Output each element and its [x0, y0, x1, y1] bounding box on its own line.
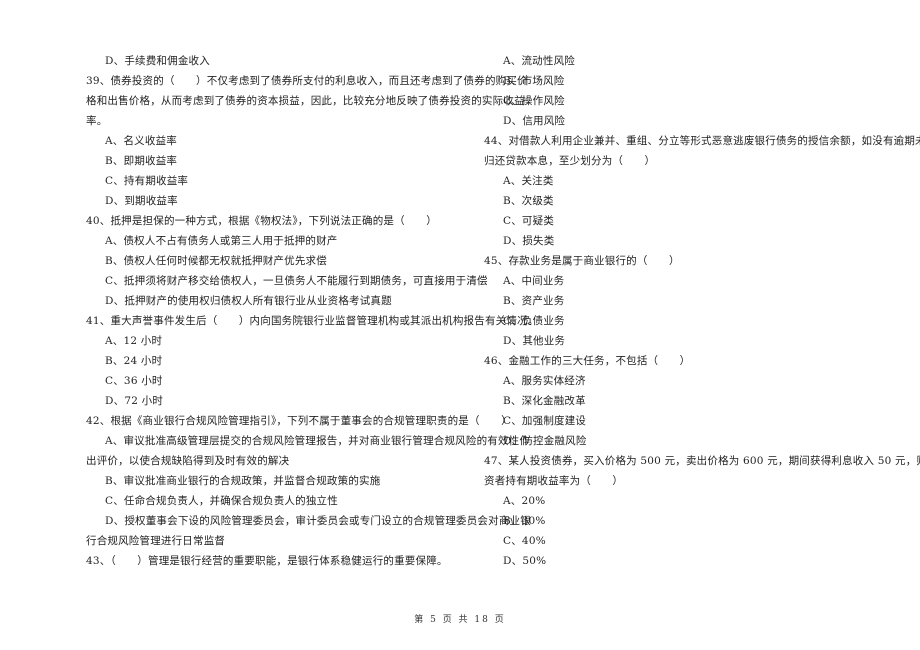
- question-text: 43、（ ）管理是银行经营的重要职能，是银行体系稳健运行的重要保障。: [86, 555, 448, 567]
- answer-option: B、即期收益率: [105, 155, 178, 167]
- question-text: 46、金融工作的三大任务，不包括（ ）: [484, 355, 691, 367]
- answer-option: D、到期收益率: [105, 195, 178, 207]
- answer-option: D、抵押财产的使用权归债权人所有银行业从业资格考试真题: [105, 295, 392, 307]
- answer-option: D、其他业务: [503, 335, 566, 347]
- answer-option: B、深化金融改革: [503, 395, 586, 407]
- question-text: 资者持有期收益率为（ ）: [484, 475, 624, 487]
- question-text: 归还贷款本息，至少划分为（ ）: [484, 155, 656, 167]
- question-text: 44、对借款人利用企业兼并、重组、分立等形式恶意逃废银行债务的授信余额，如没有逾…: [484, 135, 920, 147]
- answer-option: C、40%: [503, 535, 546, 547]
- answer-option: A、20%: [503, 495, 546, 507]
- answer-option: A、流动性风险: [503, 55, 575, 67]
- answer-option: C、加强制度建设: [503, 415, 587, 427]
- answer-option: C、操作风险: [503, 95, 565, 107]
- answer-option: A、审议批准高级管理层提交的合规风险管理报告，并对商业银行管理合规风险的有效性作: [105, 435, 531, 447]
- answer-option: B、30%: [503, 515, 546, 527]
- answer-option: B、市场风险: [503, 75, 565, 87]
- question-text: 行合规风险管理进行日常监督: [86, 535, 226, 547]
- question-text: 出评价，以使合规缺陷得到及时有效的解决: [86, 455, 290, 467]
- answer-option: C、抵押须将财产移交给债权人，一旦债务人不能履行到期债务，可直接用于清偿: [105, 275, 488, 287]
- answer-option: A、12 小时: [105, 335, 163, 347]
- question-text: 45、存款业务是属于商业银行的（ ）: [484, 255, 680, 267]
- page-footer: 第 5 页 共 18 页: [414, 615, 506, 625]
- question-text: 39、债券投资的（ ）不仅考虑到了债券所支付的利息收入，而且还考虑到了债券的购买…: [86, 75, 528, 87]
- question-text: 42、根据《商业银行合规风险管理指引》，下列不属于董事会的合规管理职责的是（ ）: [86, 415, 512, 427]
- answer-option: D、授权董事会下设的风险管理委员会，审计委员会或专门设立的合规管理委员会对商业银: [105, 515, 531, 527]
- answer-option: A、服务实体经济: [503, 375, 586, 387]
- answer-option: A、名义收益率: [105, 135, 177, 147]
- answer-option: C、负债业务: [503, 315, 565, 327]
- answer-option: B、债权人任何时候都无权就抵押财产优先求偿: [105, 255, 327, 267]
- answer-option: B、资产业务: [503, 295, 565, 307]
- answer-option: D、手续费和佣金收入: [105, 55, 210, 67]
- question-text: 率。: [86, 115, 108, 127]
- answer-option: A、中间业务: [503, 275, 565, 287]
- question-text: 格和出售价格，从而考虑到了债券的资本损益，因此，比较充分地反映了债券投资的实际收…: [86, 95, 525, 107]
- left-column: D、手续费和佣金收入 39、债券投资的（ ）不仅考虑到了债券所支付的利息收入，而且…: [86, 51, 539, 571]
- answer-option: C、36 小时: [105, 375, 163, 387]
- answer-option: B、次级类: [503, 195, 554, 207]
- answer-option: A、关注类: [503, 175, 554, 187]
- answer-option: B、24 小时: [105, 355, 163, 367]
- answer-option: B、审议批准商业银行的合规政策，并监督合规政策的实施: [105, 475, 381, 487]
- question-text: 40、抵押是担保的一种方式，根据《物权法》，下列说法正确的是（ ）: [86, 215, 437, 227]
- answer-option: D、损失类: [503, 235, 555, 247]
- question-text: 41、重大声誉事件发生后（ ）内向国务院银行业监督管理机构或其派出机构报告有关情…: [86, 315, 539, 327]
- answer-option: D、72 小时: [105, 395, 164, 407]
- question-text: 47、某人投资债券，买入价格为 500 元，卖出价格为 600 元，期间获得利息…: [484, 455, 920, 467]
- answer-option: A、债权人不占有债务人或第三人用于抵押的财产: [105, 235, 338, 247]
- answer-option: C、持有期收益率: [105, 175, 189, 187]
- answer-option: D、防控金融风险: [503, 435, 587, 447]
- answer-option: C、任命合规负责人，并确保合规负责人的独立性: [105, 495, 338, 507]
- answer-option: C、可疑类: [503, 215, 555, 227]
- right-column: A、流动性风险 B、市场风险 C、操作风险 D、信用风险 44、对借款人利用企业兼并、重…: [484, 51, 920, 571]
- answer-option: D、50%: [503, 555, 547, 567]
- answer-option: D、信用风险: [503, 115, 566, 127]
